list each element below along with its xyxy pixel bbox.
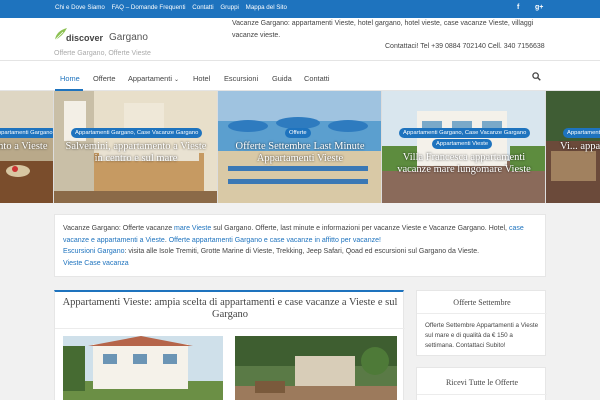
nav-item-contatti[interactable]: Contatti [304, 74, 329, 83]
nav-item-guida[interactable]: Guida [272, 74, 292, 83]
site-tagline: Offerte Gargano, Offerte Vieste [54, 50, 151, 57]
sidebar-widget-offerte: Offerte Settembre Offerte Settembre Appa… [416, 290, 547, 356]
widget-title: Offerte Settembre [453, 298, 511, 307]
top-link-faq[interactable]: FAQ – Domande Frequenti [112, 4, 186, 11]
slide-category-badge[interactable]: Appartamenti Vieste [432, 139, 493, 149]
nav-item-offerte[interactable]: Offerte [93, 74, 115, 83]
intro-box: Vacanze Gargano: Offerte vacanze mare Vi… [54, 214, 546, 277]
nav-item-appartamenti-label: Appartamenti [128, 74, 172, 83]
divider [417, 394, 547, 395]
site-header: discover Gargano Offerte Gargano, Offert… [0, 18, 600, 61]
widget-text: Offerte Settembre Appartamenti a Vieste … [425, 322, 539, 349]
nav-item-escursioni[interactable]: Escursioni [224, 74, 258, 83]
divider [417, 313, 547, 314]
sidebar-widget-newsletter: Ricevi Tutte le Offerte [416, 367, 547, 400]
top-bar: Chi e Dove Siamo FAQ – Domande Frequenti… [0, 0, 600, 18]
intro-link-mare-vieste[interactable]: mare Vieste [174, 225, 211, 232]
slide-title[interactable]: Offerte Settembre Last Minute Appartamen… [226, 141, 374, 164]
post-thumbnail[interactable] [63, 336, 223, 400]
slide-title[interactable]: Villa Francesca appartamenti vacanze mar… [390, 152, 538, 175]
slide-category-badge[interactable]: Appartamenti [563, 128, 600, 138]
main-content: Appartamenti Vieste: ampia scelta di app… [54, 290, 405, 400]
slide-title[interactable]: ...mento a Vieste [0, 141, 53, 153]
intro-link-offerte-appartamenti[interactable]: Offerte appartamenti Gargano e case vaca… [169, 237, 381, 244]
top-link-mappa[interactable]: Mappa del Sito [246, 4, 287, 11]
post-thumbnail-image [235, 336, 397, 400]
top-link-gruppi[interactable]: Gruppi [220, 4, 239, 11]
slide-item[interactable]: Appartamenti Gargano, Case Vacanze Garga… [54, 91, 217, 203]
intro-text: sul Gargano. Offerte, last minute e info… [211, 225, 509, 232]
nav-item-appartamenti[interactable]: Appartamenti ⌄ [128, 74, 179, 83]
slide-item[interactable]: Appartamenti Gargano ...mento a Vieste [0, 91, 53, 203]
intro-link-escursioni[interactable]: Escursioni Gargano [63, 248, 124, 255]
slide-item[interactable]: Appartamenti Gargano, Case Vacanze Garga… [382, 91, 545, 203]
top-link-chi-siamo[interactable]: Chi e Dove Siamo [55, 4, 105, 11]
header-contact: Contattaci! Tel +39 0884 702140 Cell. 34… [385, 43, 545, 50]
intro-text: Vacanze Gargano: Offerte vacanze [63, 225, 175, 232]
logo-text-gargano: Gargano [109, 32, 148, 43]
post-thumbnail[interactable] [235, 336, 397, 400]
slide-title[interactable]: Salvemini, appartamento a Vieste in cent… [62, 141, 210, 164]
intro-text: : visita alle Isole Tremiti, Grotte Mari… [124, 248, 480, 255]
widget-title: Ricevi Tutte le Offerte [445, 378, 519, 387]
post-thumbnail-image [63, 336, 223, 400]
featured-slider: Appartamenti Gargano ...mento a Vieste A… [0, 91, 600, 203]
top-link-contatti[interactable]: Contatti [192, 4, 213, 11]
slide-category-badge[interactable]: Appartamenti Gargano [0, 128, 53, 138]
main-nav: Home Offerte Appartamenti ⌄ Hotel Escurs… [0, 61, 600, 91]
divider [55, 328, 405, 329]
intro-link-case-vacanza[interactable]: Vieste Case vacanza [63, 260, 129, 267]
slide-item[interactable]: Offerte Offerte Settembre Last Minute Ap… [218, 91, 381, 203]
google-plus-icon[interactable]: g+ [535, 4, 543, 11]
nav-item-hotel[interactable]: Hotel [193, 74, 210, 83]
slide-item[interactable]: Appartamenti Vi... appa... [546, 91, 600, 203]
slide-category-badge[interactable]: Appartamenti Gargano, Case Vacanze Garga… [399, 128, 531, 138]
nav-item-home[interactable]: Home [60, 74, 80, 83]
slide-title[interactable]: Vi... appa... [560, 141, 600, 153]
chevron-down-icon: ⌄ [174, 77, 180, 83]
section-title[interactable]: Appartamenti Vieste: ampia scelta di app… [55, 297, 405, 321]
header-description: Vacanze Gargano: appartamenti Vieste, ho… [232, 20, 534, 39]
slide-category-badge[interactable]: Appartamenti Gargano, Case Vacanze Garga… [71, 128, 203, 138]
slide-category-badge[interactable]: Offerte [285, 128, 311, 138]
top-links: Chi e Dove Siamo FAQ – Domande Frequenti… [55, 4, 292, 11]
search-icon[interactable] [532, 72, 541, 81]
facebook-icon[interactable]: f [517, 4, 519, 11]
logo-text-discover: discover [66, 33, 104, 43]
